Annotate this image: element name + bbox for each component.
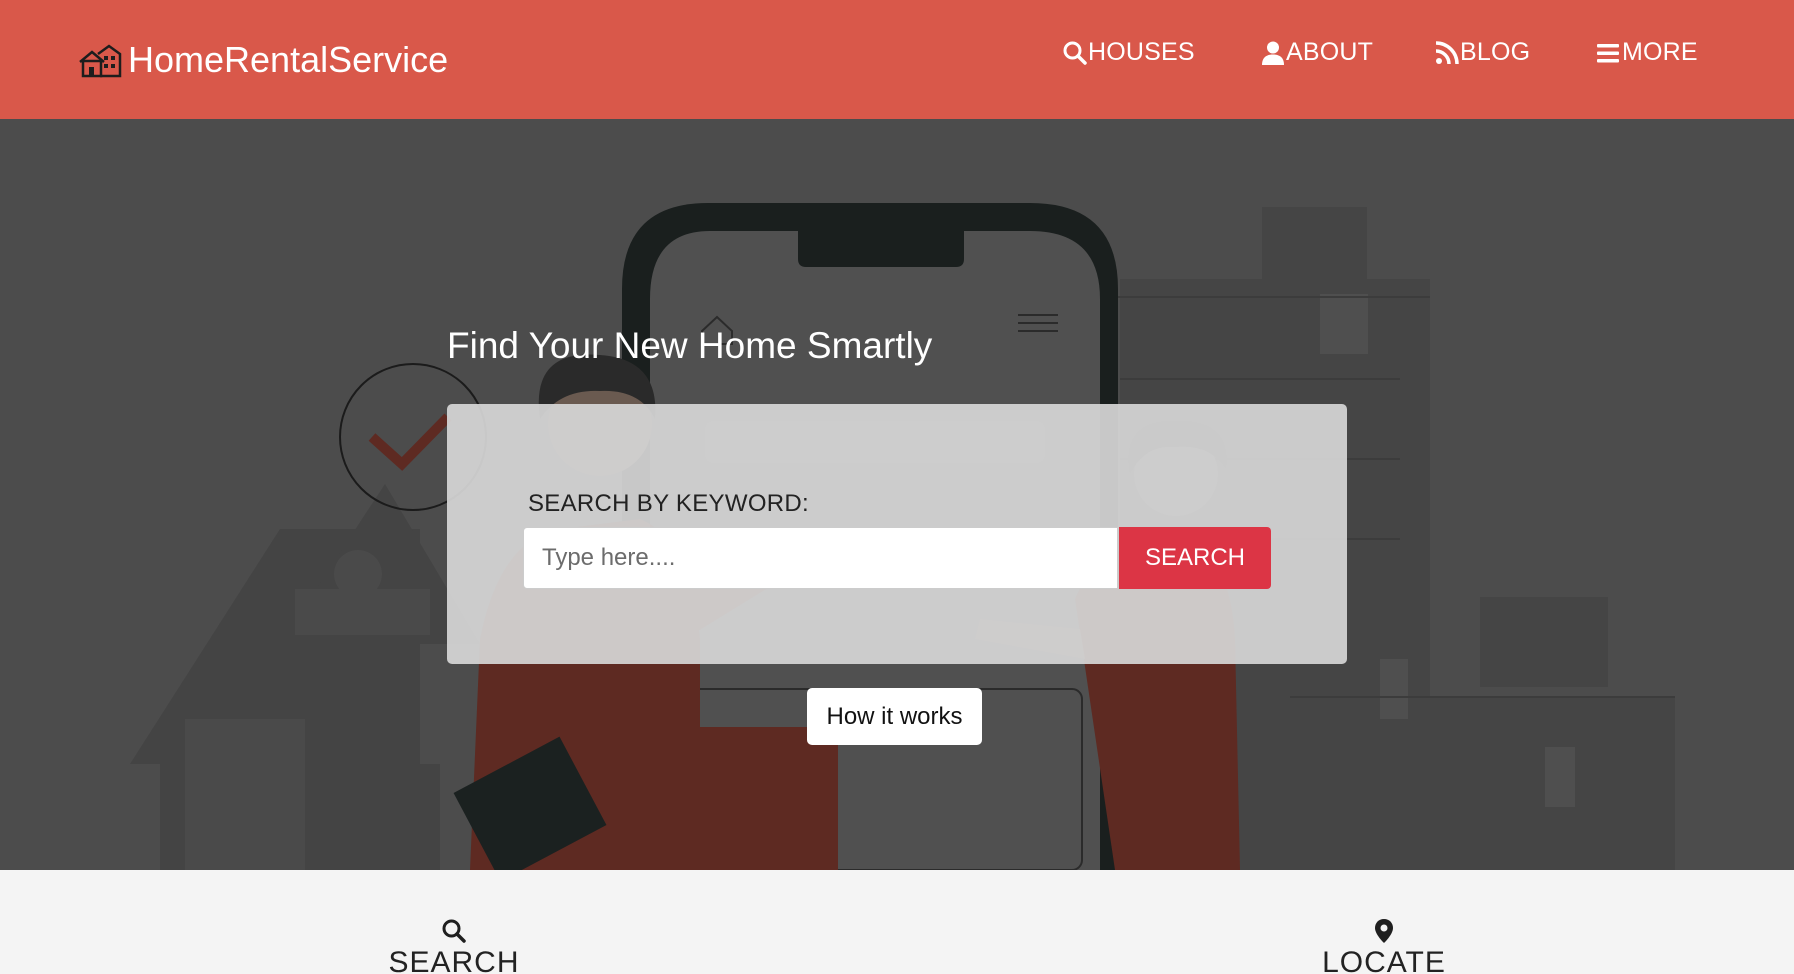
map-pin-icon — [1375, 919, 1393, 943]
hero-heading: Find Your New Home Smartly — [447, 325, 933, 366]
search-icon — [442, 919, 466, 943]
feature-search: SEARCH — [354, 918, 554, 974]
brand-link[interactable]: HomeRentalService — [78, 39, 448, 81]
nav-blog-label: BLOG — [1460, 38, 1531, 66]
menu-icon — [1597, 43, 1619, 62]
search-icon — [1063, 41, 1087, 65]
nav-houses-label: HOUSES — [1088, 38, 1195, 66]
house-logo-icon — [79, 44, 122, 78]
search-label: SEARCH BY KEYWORD: — [528, 490, 810, 517]
nav-houses-link[interactable]: HOUSES — [1062, 38, 1195, 67]
feature-locate: LOCATE — [1284, 918, 1484, 974]
feature-locate-title: LOCATE — [1322, 946, 1446, 974]
nav-blog-link[interactable]: BLOG — [1434, 38, 1530, 67]
nav-more-link[interactable]: MORE — [1596, 38, 1698, 67]
brand-name: HomeRentalService — [128, 39, 449, 80]
nav-more-label: MORE — [1622, 38, 1698, 66]
how-it-works-button[interactable]: How it works — [807, 688, 982, 745]
features-section: SEARCH LOCATE — [0, 870, 1794, 974]
user-icon — [1262, 41, 1284, 65]
nav-about-label: ABOUT — [1286, 38, 1374, 66]
nav-about-link[interactable]: ABOUT — [1260, 38, 1373, 67]
rss-icon — [1435, 40, 1459, 64]
feature-search-title: SEARCH — [388, 946, 520, 974]
top-navbar: HomeRentalService HOUSES ABOUT BLOG MORE — [0, 0, 1794, 119]
hero-section: Find Your New Home Smartly SEARCH BY KEY… — [0, 119, 1794, 870]
search-button[interactable]: SEARCH — [1119, 527, 1271, 589]
search-card: SEARCH BY KEYWORD: SEARCH — [447, 404, 1347, 664]
search-input[interactable] — [523, 527, 1118, 589]
